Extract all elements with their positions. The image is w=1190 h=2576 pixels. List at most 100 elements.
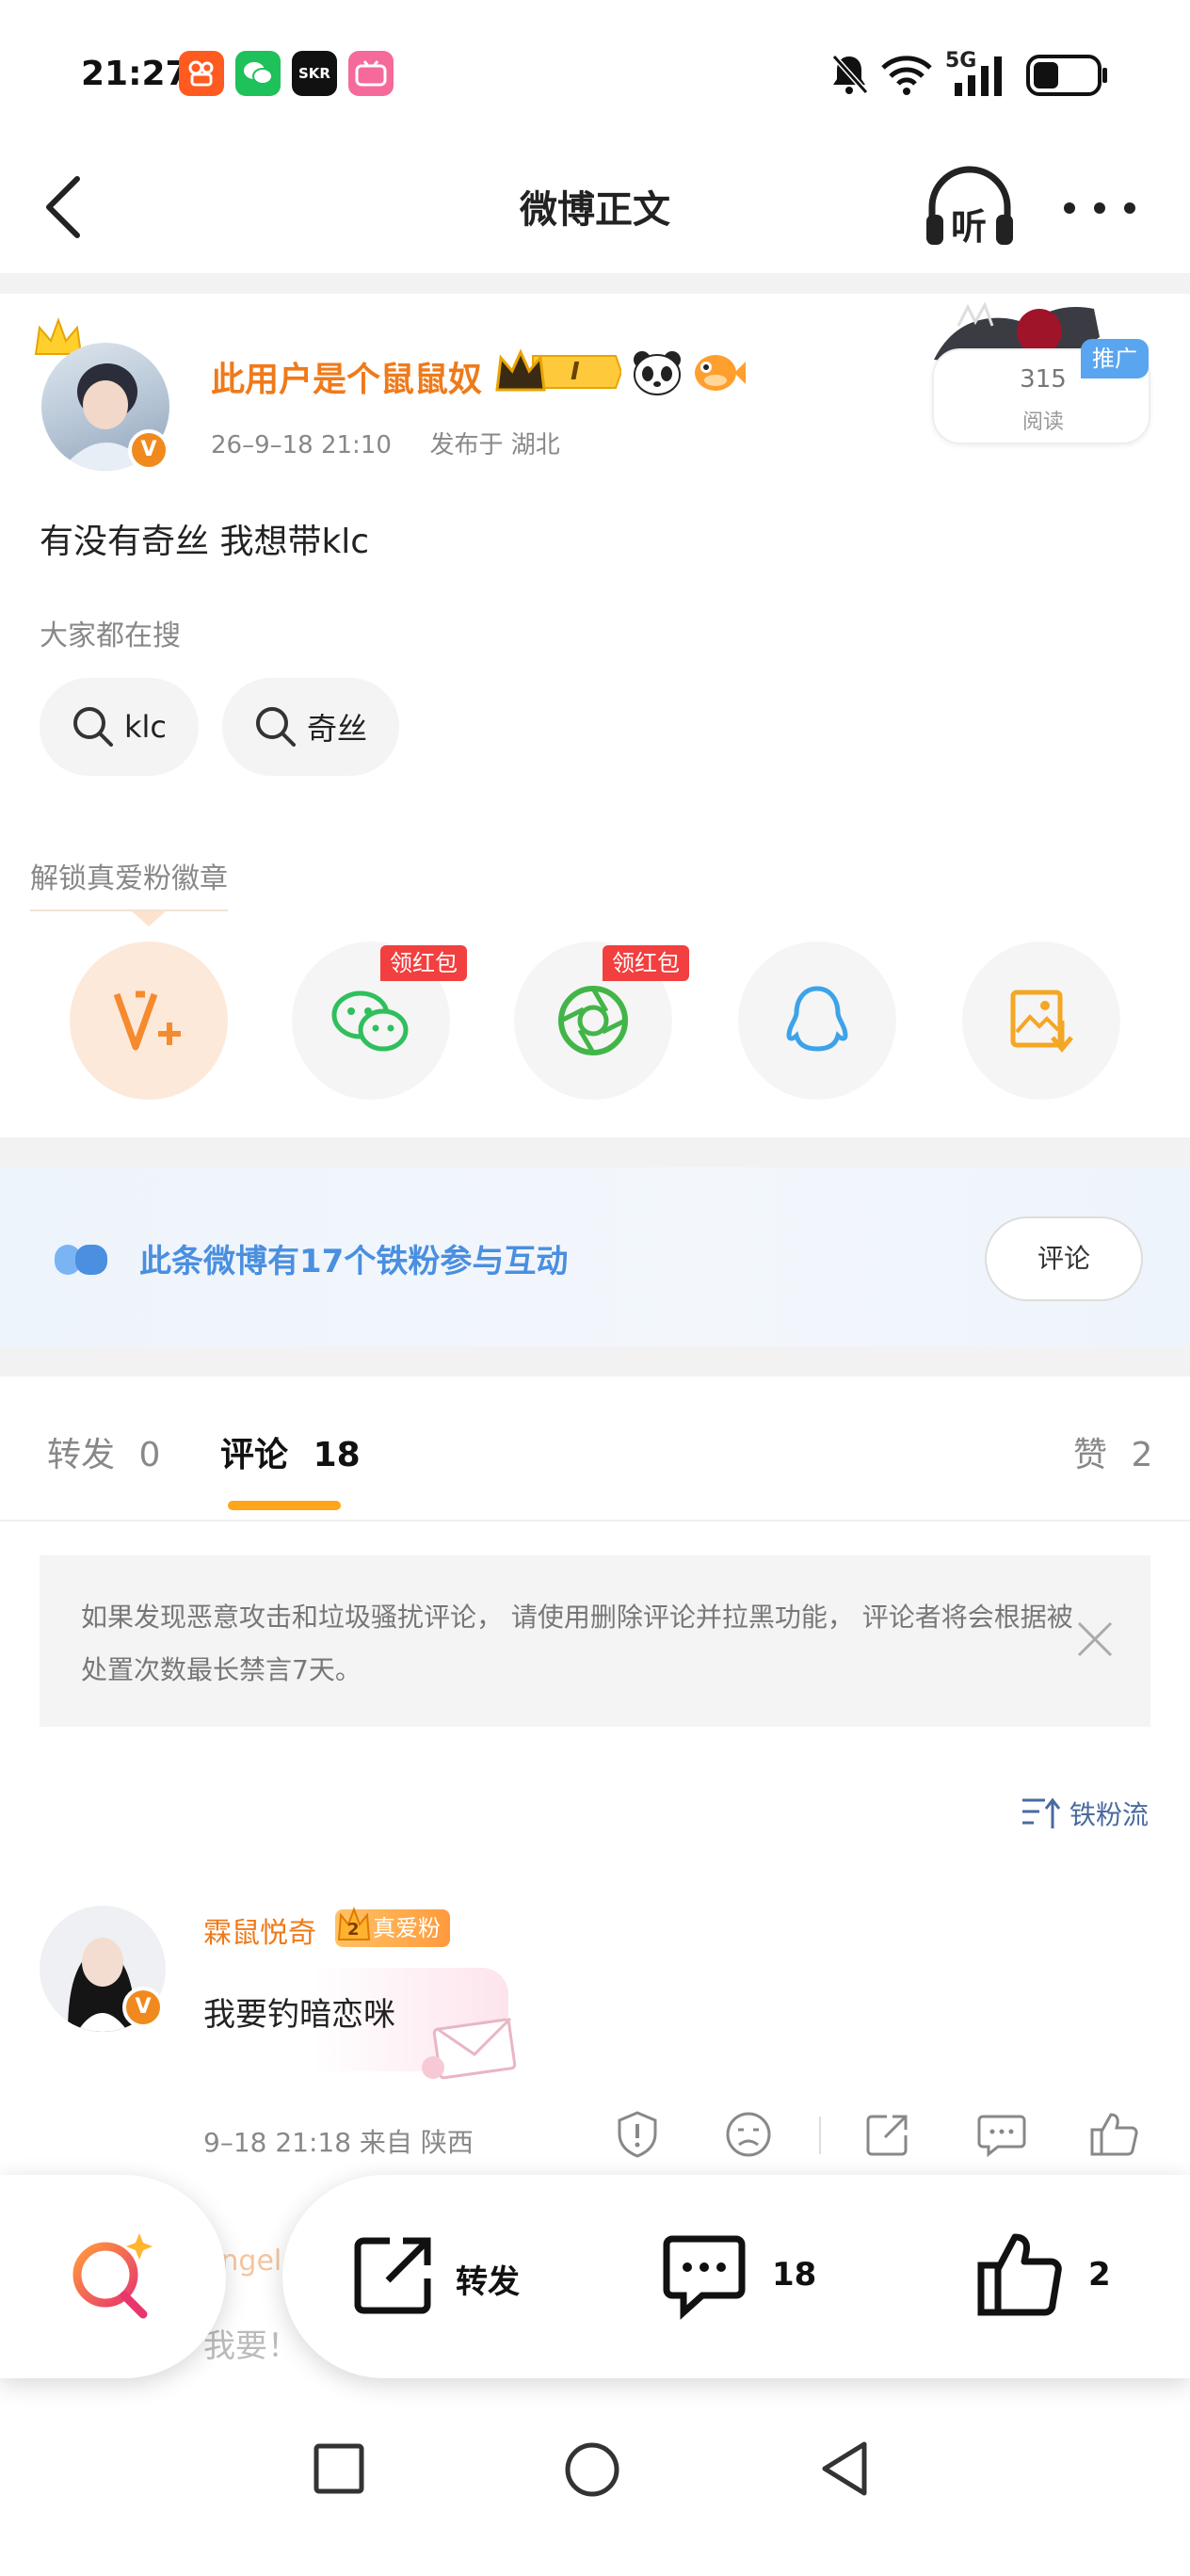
pointer-triangle [132, 911, 166, 926]
comment-icon [663, 2235, 746, 2320]
like-button[interactable]: 2 [975, 2222, 1164, 2331]
ai-search-button[interactable] [0, 2175, 226, 2378]
skr-icon: SKR [292, 51, 337, 96]
bottom-action-area: 转发 18 2 [0, 2175, 1190, 2382]
tab-comment-count: 18 [313, 1436, 361, 1474]
commenter-verified-badge: V [122, 1987, 164, 2028]
tab-comment[interactable]: 评论 18 [220, 1427, 361, 1476]
search-heading: 大家都在搜 [40, 620, 181, 652]
post-location: 发布于 湖北 [429, 431, 560, 459]
post-meta: 26–9–18 21:10 发布于 湖北 [211, 426, 560, 460]
save-image-icon [1010, 990, 1073, 1053]
tab-repost-label: 转发 [47, 1436, 116, 1474]
listen-button[interactable]: 听 [923, 164, 1017, 250]
fans-cards-icon [55, 1245, 107, 1275]
share-icon[interactable] [862, 2109, 913, 2160]
tab-repost-count: 0 [138, 1436, 161, 1474]
search-icon [256, 707, 296, 747]
crown-level-icon [495, 348, 621, 392]
sort-icon [1022, 1797, 1061, 1828]
mute-bell-icon [831, 54, 869, 95]
divider [0, 1520, 1190, 1521]
post-text: 有没有奇丝 我想带klc [40, 523, 370, 561]
divider [0, 1137, 1190, 1167]
promo-badge: 推广 [1081, 339, 1149, 378]
report-shield-icon[interactable] [612, 2109, 663, 2160]
reply-comment-icon[interactable] [975, 2109, 1028, 2160]
repost-icon [354, 2237, 431, 2314]
kuaishou-icon [179, 51, 224, 96]
tab-like[interactable]: 赞 2 [1073, 1427, 1152, 1476]
share-vplus-button[interactable] [70, 942, 228, 1100]
battery-icon [1026, 55, 1107, 96]
repost-button[interactable]: 转发 [348, 2222, 537, 2331]
notice-text: 如果发现恶意攻击和垃圾骚扰评论， 请使用删除评论并拉黑功能， 评论者将会根据被处… [81, 1602, 1073, 1685]
level-badge: I [495, 348, 621, 395]
poster-username[interactable]: 此用户是个鼠鼠奴 [211, 352, 482, 401]
qq-penguin-icon [786, 986, 848, 1052]
share-save-image-button[interactable] [962, 942, 1120, 1100]
status-time: 21:27 [81, 55, 189, 93]
comment-meta: 9–18 21:18 来自 陕西 [203, 2127, 474, 2158]
fan-badge-level: 2 [347, 1920, 360, 1940]
top-nav-bar: 微博正文 听 [0, 141, 1190, 273]
repost-label: 转发 [456, 2263, 520, 2301]
envelope-decoration-icon [422, 2017, 517, 2080]
sort-fans-flow-button[interactable]: 铁粉流 [1021, 1795, 1149, 1832]
home-circle-icon[interactable] [563, 2440, 621, 2499]
commenter-username[interactable]: 霖鼠悦奇 [203, 1909, 316, 1951]
vplus-icon [113, 990, 181, 1051]
tab-like-label: 赞 [1073, 1436, 1108, 1474]
comment-count: 18 [772, 2256, 817, 2294]
level-text: I [571, 358, 580, 386]
tab-comment-label: 评论 [220, 1436, 289, 1474]
search-chip-label: klc [124, 709, 168, 745]
unlock-fan-badge-label: 解锁真爱粉徽章 [30, 862, 228, 895]
divider [0, 1346, 1190, 1377]
comment-button[interactable]: 18 [659, 2222, 847, 2331]
red-packet-badge: 领红包 [380, 945, 467, 981]
more-dots-icon[interactable] [1060, 194, 1139, 222]
tab-like-count: 2 [1131, 1436, 1153, 1474]
wechat-icon [331, 990, 409, 1052]
signal-icon [955, 56, 1002, 96]
pufferfish-icon [695, 355, 746, 391]
true-fan-badge: 2 真爱粉 [335, 1907, 450, 1947]
back-triangle-icon[interactable] [817, 2439, 872, 2499]
search-chip-qisi[interactable]: 奇丝 [222, 678, 400, 776]
system-navigation-bar [0, 2410, 1190, 2576]
moderation-notice: 如果发现恶意攻击和垃圾骚扰评论， 请使用删除评论并拉黑功能， 评论者将会根据被处… [40, 1555, 1150, 1727]
moments-aperture-icon [558, 986, 628, 1055]
red-packet-badge: 领红包 [603, 945, 689, 981]
dislike-face-icon[interactable] [723, 2109, 774, 2160]
listen-label: 听 [951, 206, 988, 248]
unlock-underline [30, 910, 228, 911]
wifi-icon [881, 56, 932, 95]
search-chip-klc[interactable]: klc [40, 678, 200, 776]
panda-icon [634, 351, 681, 395]
verified-badge: V [128, 429, 169, 471]
fans-comment-button[interactable]: 评论 [985, 1216, 1143, 1301]
share-qq-button[interactable] [738, 942, 896, 1100]
search-chip-label: 奇丝 [307, 711, 368, 747]
bilibili-icon [348, 51, 394, 96]
tab-repost[interactable]: 转发 0 [47, 1427, 160, 1476]
bottom-action-bar: 转发 18 2 [282, 2175, 1190, 2378]
ai-search-icon [72, 2233, 153, 2319]
read-label: 阅读 [1021, 411, 1064, 434]
recent-apps-square-icon[interactable] [313, 2442, 365, 2495]
search-icon [73, 707, 113, 747]
sort-label: 铁粉流 [1069, 1799, 1150, 1830]
like-thumb-icon [977, 2233, 1062, 2316]
close-icon[interactable] [1073, 1618, 1117, 1661]
post-date: 26–9–18 21:10 [211, 431, 392, 459]
like-thumb-icon[interactable] [1088, 2109, 1141, 2160]
wechat-icon [235, 51, 281, 96]
status-bar: 21:27 SKR 5G [0, 0, 1190, 141]
divider [0, 273, 1190, 294]
like-count: 2 [1088, 2256, 1111, 2294]
comment-text: 我要钓暗恋咪 [203, 1996, 395, 2034]
tab-active-indicator [228, 1501, 341, 1510]
action-divider [819, 2117, 821, 2154]
fans-interaction-banner: 此条微博有17个铁粉参与互动 评论 [0, 1167, 1190, 1346]
